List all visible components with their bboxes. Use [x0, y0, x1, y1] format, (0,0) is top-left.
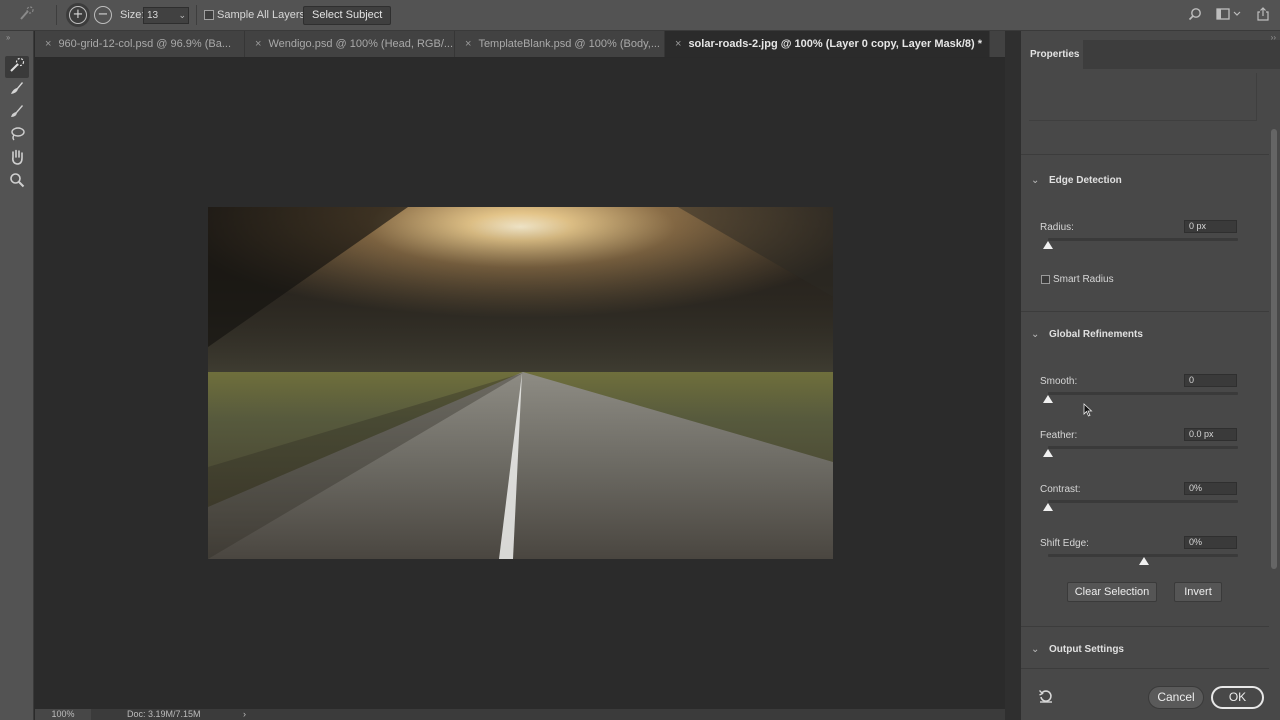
contrast-slider-thumb[interactable] — [1043, 503, 1053, 511]
feather-input[interactable]: 0.0 px — [1184, 428, 1237, 441]
options-separator — [196, 5, 197, 25]
output-settings-header[interactable]: ⌄ Output Settings — [1031, 644, 1124, 655]
share-icon[interactable] — [1256, 7, 1270, 24]
refine-edge-brush-icon[interactable] — [5, 79, 29, 101]
tab-template-blank[interactable]: × TemplateBlank.psd @ 100% (Body,... — [455, 31, 665, 57]
panel-header: Properties — [1021, 40, 1280, 69]
clear-selection-button[interactable]: Clear Selection — [1067, 582, 1157, 602]
smooth-slider[interactable] — [1048, 392, 1238, 395]
tab-label: TemplateBlank.psd @ 100% (Body,... — [478, 38, 660, 50]
panel-grip-icon[interactable]: ›› — [6, 33, 10, 42]
contrast-input[interactable]: 0% — [1184, 482, 1237, 495]
sample-all-layers-checkbox[interactable] — [204, 10, 214, 20]
size-value: 13 — [147, 10, 159, 21]
section-divider — [1021, 154, 1269, 155]
radius-slider-thumb[interactable] — [1043, 241, 1053, 249]
section-divider — [1021, 668, 1269, 669]
close-icon[interactable]: × — [675, 38, 681, 50]
smart-radius-label: Smart Radius — [1053, 274, 1114, 285]
chevron-down-icon[interactable]: ⌄ — [178, 8, 186, 23]
zoom-level[interactable]: 100% — [35, 709, 91, 720]
tab-label: Wendigo.psd @ 100% (Head, RGB/... — [268, 38, 454, 50]
subtract-from-selection-icon[interactable]: − — [94, 6, 112, 24]
ok-button[interactable]: OK — [1211, 686, 1264, 709]
tab-solar-roads[interactable]: × solar-roads-2.jpg @ 100% (Layer 0 copy,… — [665, 31, 990, 57]
output-settings-title: Output Settings — [1049, 644, 1124, 655]
quick-selection-preset-icon[interactable] — [14, 5, 40, 25]
tab-label: 960-grid-12-col.psd @ 96.9% (Ba... — [58, 38, 232, 50]
sample-all-layers-label: Sample All Layers — [217, 9, 306, 21]
close-icon[interactable]: × — [255, 38, 261, 50]
document-canvas[interactable] — [35, 58, 1005, 709]
reset-icon[interactable] — [1038, 688, 1054, 708]
chevron-down-icon: ⌄ — [1031, 644, 1040, 655]
cancel-button[interactable]: Cancel — [1148, 686, 1204, 709]
size-label: Size: — [120, 9, 145, 21]
hand-icon[interactable] — [5, 148, 29, 170]
radius-input[interactable]: 0 px — [1184, 220, 1237, 233]
zoom-icon[interactable] — [5, 171, 29, 193]
status-menu-arrow-icon[interactable]: › — [243, 709, 246, 720]
document-tabs: × 960-grid-12-col.psd @ 96.9% (Ba... × Wen… — [35, 31, 1005, 58]
lasso-icon[interactable] — [5, 125, 29, 147]
radius-label: Radius: — [1040, 222, 1074, 233]
smooth-slider-thumb[interactable] — [1043, 395, 1053, 403]
status-bar: 100% Doc: 3.19M/7.15M › — [35, 709, 1005, 720]
shift-edge-label: Shift Edge: — [1040, 538, 1089, 549]
edge-detection-title: Edge Detection — [1049, 175, 1122, 186]
options-bar: + − Size: 13 ⌄ Sample All Layers Select … — [0, 0, 1280, 31]
tab-wendigo[interactable]: × Wendigo.psd @ 100% (Head, RGB/... — [245, 31, 455, 57]
smooth-input[interactable]: 0 — [1184, 374, 1237, 387]
chevron-down-icon: ⌄ — [1031, 175, 1040, 186]
feather-label: Feather: — [1040, 430, 1078, 441]
size-input[interactable]: 13 ⌄ — [143, 7, 189, 24]
chevron-down-icon: ⌄ — [1031, 329, 1040, 340]
options-separator — [56, 5, 57, 25]
tab-960-grid[interactable]: × 960-grid-12-col.psd @ 96.9% (Ba... — [35, 31, 245, 57]
edge-detection-header[interactable]: ⌄ Edge Detection — [1031, 175, 1122, 186]
properties-panel: ›› Properties ⌄ Edge Detection Radius: 0 … — [1021, 31, 1280, 720]
tab-label: solar-roads-2.jpg @ 100% (Layer 0 copy, … — [688, 38, 983, 50]
global-refinements-header[interactable]: ⌄ Global Refinements — [1031, 329, 1143, 340]
close-icon[interactable]: × — [465, 38, 471, 50]
global-refinements-title: Global Refinements — [1049, 329, 1143, 340]
road-photo[interactable] — [208, 207, 833, 559]
radius-slider[interactable] — [1048, 238, 1238, 241]
feather-slider[interactable] — [1048, 446, 1238, 449]
tool-strip: ›› — [0, 31, 34, 720]
quick-selection-icon[interactable] — [5, 56, 29, 78]
add-to-selection-icon[interactable]: + — [69, 6, 87, 24]
invert-button[interactable]: Invert — [1174, 582, 1222, 602]
close-icon[interactable]: × — [45, 38, 51, 50]
panel-divider — [1005, 31, 1021, 720]
brush-icon[interactable] — [5, 102, 29, 124]
contrast-slider[interactable] — [1048, 500, 1238, 503]
smart-radius-checkbox[interactable] — [1041, 275, 1050, 284]
select-subject-button[interactable]: Select Subject — [303, 6, 392, 25]
contrast-label: Contrast: — [1040, 484, 1081, 495]
feather-slider-thumb[interactable] — [1043, 449, 1053, 457]
section-divider — [1021, 311, 1269, 312]
view-mode-area — [1029, 73, 1257, 121]
shift-edge-slider-thumb[interactable] — [1139, 557, 1149, 565]
workspace-icon[interactable] — [1216, 7, 1242, 24]
section-divider — [1021, 626, 1269, 627]
panel-scrollbar[interactable] — [1271, 129, 1277, 569]
doc-size: Doc: 3.19M/7.15M — [127, 709, 201, 719]
shift-edge-input[interactable]: 0% — [1184, 536, 1237, 549]
tab-properties[interactable]: Properties — [1021, 40, 1083, 69]
smooth-label: Smooth: — [1040, 376, 1078, 387]
search-icon[interactable] — [1188, 7, 1202, 24]
